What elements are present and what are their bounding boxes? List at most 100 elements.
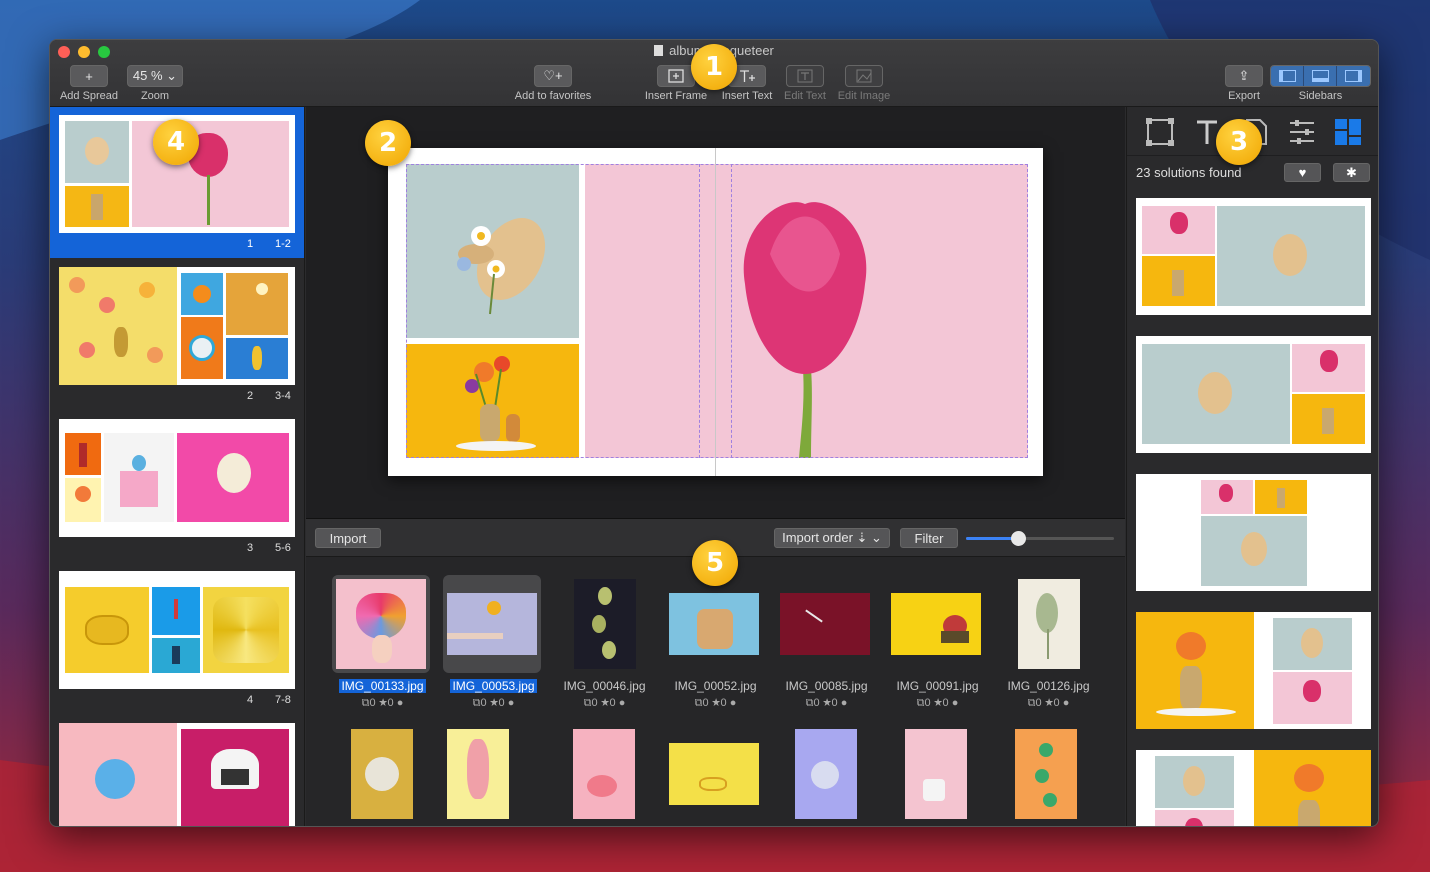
image-thumbnail-row2[interactable]	[669, 743, 759, 805]
spread-item-5[interactable]	[50, 715, 304, 826]
sidebars-segmented-control[interactable]	[1270, 65, 1371, 87]
spread-item-3[interactable]: 3 5-6	[50, 411, 304, 562]
image-thumbnail-row2[interactable]	[795, 729, 857, 819]
image-thumbnail-row2[interactable]	[573, 729, 635, 819]
right-sidebar-toggle[interactable]	[1337, 66, 1370, 86]
spread-item-4[interactable]: 4 7-8	[50, 563, 304, 714]
add-to-favorites-tool[interactable]: ♡+ Add to favorites	[505, 65, 601, 102]
layout-solution[interactable]	[1136, 612, 1371, 729]
image-filename: IMG_00046.jpg	[563, 679, 646, 693]
export-tool[interactable]: ⇪ Export	[1220, 65, 1268, 102]
image-filename: IMG_00085.jpg	[785, 679, 868, 693]
layout-solution[interactable]	[1136, 198, 1371, 315]
chick-photo	[177, 433, 289, 522]
sidebars-tool[interactable]: Sidebars	[1270, 65, 1371, 102]
callout-badge-4: 4	[153, 119, 199, 165]
gutter-guide-right	[731, 164, 732, 458]
spread-page[interactable]	[388, 148, 1043, 476]
import-button[interactable]: Import	[315, 528, 381, 548]
image-thumbnail-row2[interactable]	[351, 729, 413, 819]
sort-order-select[interactable]: Import order ⇣ ⌄	[774, 528, 890, 548]
add-spread-button[interactable]: +	[70, 65, 108, 87]
insert-frame-button[interactable]	[657, 65, 695, 87]
tab-layouts[interactable]	[1333, 117, 1363, 147]
image-filename: IMG_00091.jpg	[896, 679, 979, 693]
layout-solution[interactable]	[1136, 750, 1371, 826]
image-meta: ⧉0 ★0 ●	[361, 697, 404, 709]
zoom-tool[interactable]: 45 % ⌄ Zoom	[127, 65, 183, 102]
flowers-photo	[65, 121, 129, 183]
edit-text-icon	[797, 69, 813, 83]
image-item[interactable]: IMG_00053.jpg ⧉0 ★0 ●	[438, 575, 549, 715]
zoom-select[interactable]: 45 % ⌄	[127, 65, 183, 87]
image-item[interactable]: IMG_00133.jpg ⧉0 ★0 ●	[327, 575, 438, 715]
frames-icon	[1146, 118, 1174, 146]
solutions-count: 23 solutions found	[1136, 165, 1242, 180]
document-icon	[654, 45, 664, 56]
edit-image-tool[interactable]: Edit Image	[833, 65, 895, 102]
vase-photo	[1142, 256, 1215, 306]
filter-button[interactable]: Filter	[900, 528, 958, 548]
tulip-frame[interactable]	[585, 164, 1028, 458]
pool-photo	[152, 587, 200, 635]
heart-plus-icon[interactable]: ♡+	[534, 65, 572, 87]
pineapple-photo	[226, 338, 288, 379]
spreads-panel: 1 1-2 2 3-4 3 5-6 4 7-8	[50, 107, 305, 826]
spread-pages: 3-4	[275, 390, 291, 402]
edit-text-tool[interactable]: Edit Text	[777, 65, 833, 102]
image-item[interactable]: IMG_00085.jpg ⧉0 ★0 ●	[771, 575, 882, 715]
tulip-photo	[1201, 480, 1253, 514]
slider-knob[interactable]	[1010, 531, 1026, 546]
vase-frame[interactable]	[406, 344, 579, 458]
image-item[interactable]: IMG_00046.jpg ⧉0 ★0 ●	[549, 575, 660, 715]
vase-photo	[65, 186, 129, 227]
image-thumbnail-row2[interactable]	[447, 729, 509, 819]
spread-canvas[interactable]	[306, 107, 1125, 518]
image-item[interactable]: IMG_00126.jpg ⧉0 ★0 ●	[993, 575, 1104, 715]
image-meta: ⧉0 ★0 ●	[472, 697, 515, 709]
umbrellas-photo	[203, 587, 289, 673]
spine-line	[715, 148, 716, 476]
layout-settings-button[interactable]: ✱	[1333, 163, 1370, 182]
callout-badge-3: 3	[1216, 119, 1262, 165]
image-meta: ⧉0 ★0 ●	[1027, 697, 1070, 709]
flowers-illustration	[457, 218, 546, 315]
image-item[interactable]: IMG_00091.jpg ⧉0 ★0 ●	[882, 575, 993, 715]
spread-thumbnail	[59, 419, 295, 537]
swimmer-photo	[152, 638, 200, 673]
app-window: album - coqueteer + Add Spread 45 % ⌄ Zo…	[49, 39, 1379, 827]
edit-image-label: Edit Image	[837, 90, 891, 102]
layout-solution[interactable]	[1136, 474, 1371, 591]
edit-text-button[interactable]	[786, 65, 824, 87]
insert-text-label: Insert Text	[721, 90, 773, 102]
tab-settings[interactable]	[1287, 117, 1317, 147]
image-filename: IMG_00053.jpg	[450, 679, 537, 693]
tab-frames[interactable]	[1145, 117, 1175, 147]
left-sidebar-toggle[interactable]	[1271, 66, 1304, 86]
cake-photo	[104, 433, 174, 522]
spread-item-2[interactable]: 2 3-4	[50, 259, 304, 410]
vase-illustration	[456, 356, 536, 451]
image-meta: ⧉0 ★0 ●	[805, 697, 848, 709]
layout-solutions-panel: 23 solutions found ♥ ✱	[1126, 107, 1378, 826]
layout-solution[interactable]	[1136, 336, 1371, 453]
thumbnail-size-slider[interactable]	[966, 531, 1114, 546]
image-meta: ⧉0 ★0 ●	[694, 697, 737, 709]
flowers-photo	[1142, 344, 1290, 444]
insert-frame-label: Insert Frame	[644, 90, 708, 102]
favorites-filter-button[interactable]: ♥	[1284, 163, 1321, 182]
add-spread-tool[interactable]: + Add Spread	[58, 65, 120, 102]
share-icon[interactable]: ⇪	[1225, 65, 1263, 87]
vase-photo	[1292, 394, 1365, 444]
image-item[interactable]: IMG_00052.jpg ⧉0 ★0 ●	[660, 575, 771, 715]
image-thumbnail-row2[interactable]	[905, 729, 967, 819]
image-thumbnail-row2[interactable]	[1015, 729, 1077, 819]
citrus-photo	[59, 267, 177, 385]
image-meta: ⧉0 ★0 ●	[916, 697, 959, 709]
spread-thumbnail	[59, 723, 295, 826]
flowers-frame[interactable]	[406, 164, 579, 338]
edit-image-button[interactable]	[845, 65, 883, 87]
lemon-photo	[226, 273, 288, 335]
add-spread-label: Add Spread	[59, 90, 119, 102]
bottom-panel-toggle[interactable]	[1304, 66, 1337, 86]
